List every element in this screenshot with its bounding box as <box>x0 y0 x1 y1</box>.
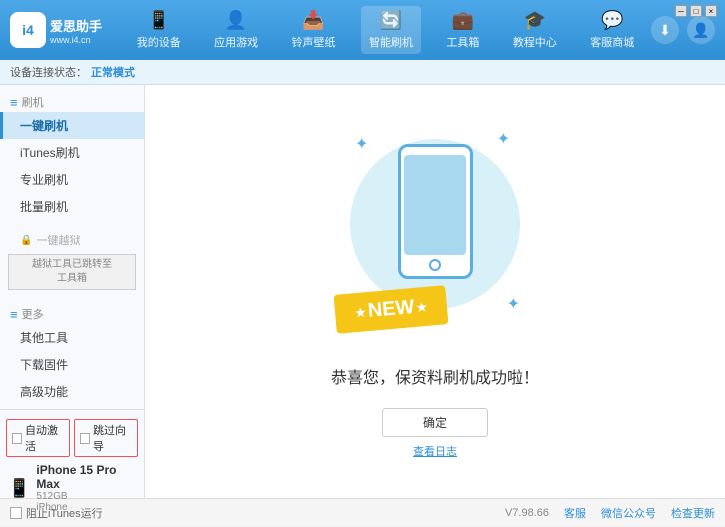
sparkle-3: ✦ <box>507 294 520 314</box>
advanced-label: 高级功能 <box>20 385 68 399</box>
sidebar-divider-device <box>0 409 144 410</box>
tab-toolbox[interactable]: 💼 工具箱 <box>438 6 487 54</box>
minimize-button[interactable]: ─ <box>675 5 687 17</box>
download-button[interactable]: ⬇ <box>651 16 679 44</box>
phone-home-button <box>429 259 441 271</box>
phone-illustration: ✦ ✦ ✦ ★ NEW ★ <box>335 124 535 344</box>
app-game-icon: 👤 <box>225 10 247 31</box>
sparkle-1: ✦ <box>355 134 368 154</box>
phone-body <box>398 144 473 279</box>
logo-text: 爱思助手 www.i4.cn <box>50 16 102 45</box>
success-message: 恭喜您，保资料刷机成功啦！ <box>331 364 539 388</box>
tab-service-label: 客服商城 <box>590 34 634 50</box>
ringtone-icon: 📥 <box>302 10 324 31</box>
service-icon: 💬 <box>601 10 623 31</box>
more-section-icon: ≡ <box>10 307 18 322</box>
flash-section-label: 刷机 <box>22 94 44 110</box>
tab-smart-flash[interactable]: 🔄 智能刷机 <box>361 6 421 54</box>
smart-flash-icon: 🔄 <box>380 10 402 31</box>
status-bar: 设备连接状态： 正常模式 <box>0 60 725 85</box>
my-device-icon: 📱 <box>147 10 169 31</box>
tutorial-icon: 🎓 <box>524 10 546 31</box>
tab-smart-flash-label: 智能刷机 <box>369 34 413 50</box>
more-section-label: 更多 <box>22 306 44 322</box>
disabled-label: 一键越狱 <box>36 232 80 248</box>
guide-checkbox[interactable] <box>80 433 90 444</box>
auto-activate-checkbox[interactable] <box>12 433 22 444</box>
device-phone-icon: 📱 <box>8 478 30 499</box>
sidebar-item-advanced[interactable]: 高级功能 <box>0 378 144 405</box>
app-name: 爱思助手 <box>50 16 102 35</box>
tab-my-device[interactable]: 📱 我的设备 <box>129 6 189 54</box>
sidebar-item-other-tools[interactable]: 其他工具 <box>0 324 144 351</box>
disabled-note: 越狱工具已跳转至工具箱 <box>8 254 136 290</box>
batch-flash-label: 批量刷机 <box>20 200 68 214</box>
log-button[interactable]: 查看日志 <box>413 443 457 459</box>
tab-tutorial[interactable]: 🎓 教程中心 <box>505 6 565 54</box>
tab-my-device-label: 我的设备 <box>137 34 181 50</box>
sidebar-item-batch-flash[interactable]: 批量刷机 <box>0 193 144 220</box>
device-storage: 512GB <box>36 491 136 502</box>
download-firmware-label: 下载固件 <box>20 358 68 372</box>
other-tools-label: 其他工具 <box>20 331 68 345</box>
tab-service[interactable]: 💬 客服商城 <box>582 6 642 54</box>
flash-section-icon: ≡ <box>10 95 18 110</box>
sidebar: ≡ 刷机 一键刷机 iTunes刷机 专业刷机 批量刷机 🔒 一键越狱 越狱工具… <box>0 85 145 498</box>
itunes-checkbox[interactable] <box>10 507 22 519</box>
tab-app-game[interactable]: 👤 应用游戏 <box>206 6 266 54</box>
guide-checkbox-container[interactable]: 跳过向导 <box>74 419 138 457</box>
sidebar-item-one-key-flash[interactable]: 一键刷机 <box>0 112 144 139</box>
header-right: ⬇ 👤 <box>651 16 715 44</box>
new-badge-star-right: ★ <box>416 299 428 314</box>
more-section-title: ≡ 更多 <box>0 302 144 324</box>
new-badge-text: NEW <box>367 296 415 323</box>
confirm-button[interactable]: 确定 <box>382 408 488 437</box>
device-name: iPhone 15 Pro Max <box>36 463 136 491</box>
flash-section-title: ≡ 刷机 <box>0 90 144 112</box>
phone-screen <box>404 155 466 255</box>
update-link[interactable]: 检查更新 <box>671 505 715 521</box>
pro-flash-label: 专业刷机 <box>20 173 68 187</box>
status-prefix: 设备连接状态： <box>10 64 87 80</box>
wechat-link[interactable]: 微信公众号 <box>601 505 656 521</box>
tab-tutorial-label: 教程中心 <box>513 34 557 50</box>
header: i4 爱思助手 www.i4.cn 📱 我的设备 👤 应用游戏 📥 铃声壁纸 🔄 <box>0 0 725 60</box>
tab-ringtone[interactable]: 📥 铃声壁纸 <box>284 6 344 54</box>
sidebar-bottom: 自动激活 跳过向导 📱 iPhone 15 Pro Max 512GB iPho… <box>0 405 144 518</box>
new-badge-star-left: ★ <box>355 305 367 320</box>
device-options-row: 自动激活 跳过向导 <box>0 414 144 460</box>
main-layout: ≡ 刷机 一键刷机 iTunes刷机 专业刷机 批量刷机 🔒 一键越狱 越狱工具… <box>0 85 725 498</box>
itunes-label: 阻止iTunes运行 <box>26 505 103 521</box>
service-link[interactable]: 客服 <box>564 505 586 521</box>
auto-activate-label: 自动激活 <box>25 422 64 454</box>
app-url: www.i4.cn <box>50 35 102 45</box>
sidebar-item-pro-flash[interactable]: 专业刷机 <box>0 166 144 193</box>
sidebar-disabled-jailbreak: 🔒 一键越狱 <box>0 228 144 252</box>
sidebar-item-itunes-flash[interactable]: iTunes刷机 <box>0 139 144 166</box>
tab-toolbox-label: 工具箱 <box>446 34 479 50</box>
auto-activate-checkbox-container[interactable]: 自动激活 <box>6 419 70 457</box>
one-key-flash-label: 一键刷机 <box>20 119 68 133</box>
sidebar-item-download-firmware[interactable]: 下载固件 <box>0 351 144 378</box>
logo-icon-text: i4 <box>22 22 34 38</box>
logo-icon: i4 <box>10 12 46 48</box>
nav-tabs: 📱 我的设备 👤 应用游戏 📥 铃声壁纸 🔄 智能刷机 💼 工具箱 🎓 <box>120 6 651 54</box>
main-content: ✦ ✦ ✦ ★ NEW ★ 恭喜您，保资料刷机成功啦！ 确定 查看日志 <box>145 85 725 498</box>
status-value: 正常模式 <box>91 64 135 80</box>
guide-label: 跳过向导 <box>93 422 132 454</box>
itunes-section: 阻止iTunes运行 <box>10 505 155 521</box>
bottom-right-links: V7.98.66 客服 微信公众号 检查更新 <box>505 505 715 521</box>
new-badge: ★ NEW ★ <box>334 285 449 334</box>
tab-app-game-label: 应用游戏 <box>214 34 258 50</box>
logo: i4 爱思助手 www.i4.cn <box>10 12 120 48</box>
tab-ringtone-label: 铃声壁纸 <box>292 34 336 50</box>
version-label: V7.98.66 <box>505 507 549 519</box>
itunes-flash-label: iTunes刷机 <box>20 146 80 160</box>
user-button[interactable]: 👤 <box>687 16 715 44</box>
toolbox-icon: 💼 <box>452 10 474 31</box>
close-button[interactable]: × <box>705 5 717 17</box>
maximize-button[interactable]: □ <box>690 5 702 17</box>
sparkle-2: ✦ <box>497 129 510 149</box>
